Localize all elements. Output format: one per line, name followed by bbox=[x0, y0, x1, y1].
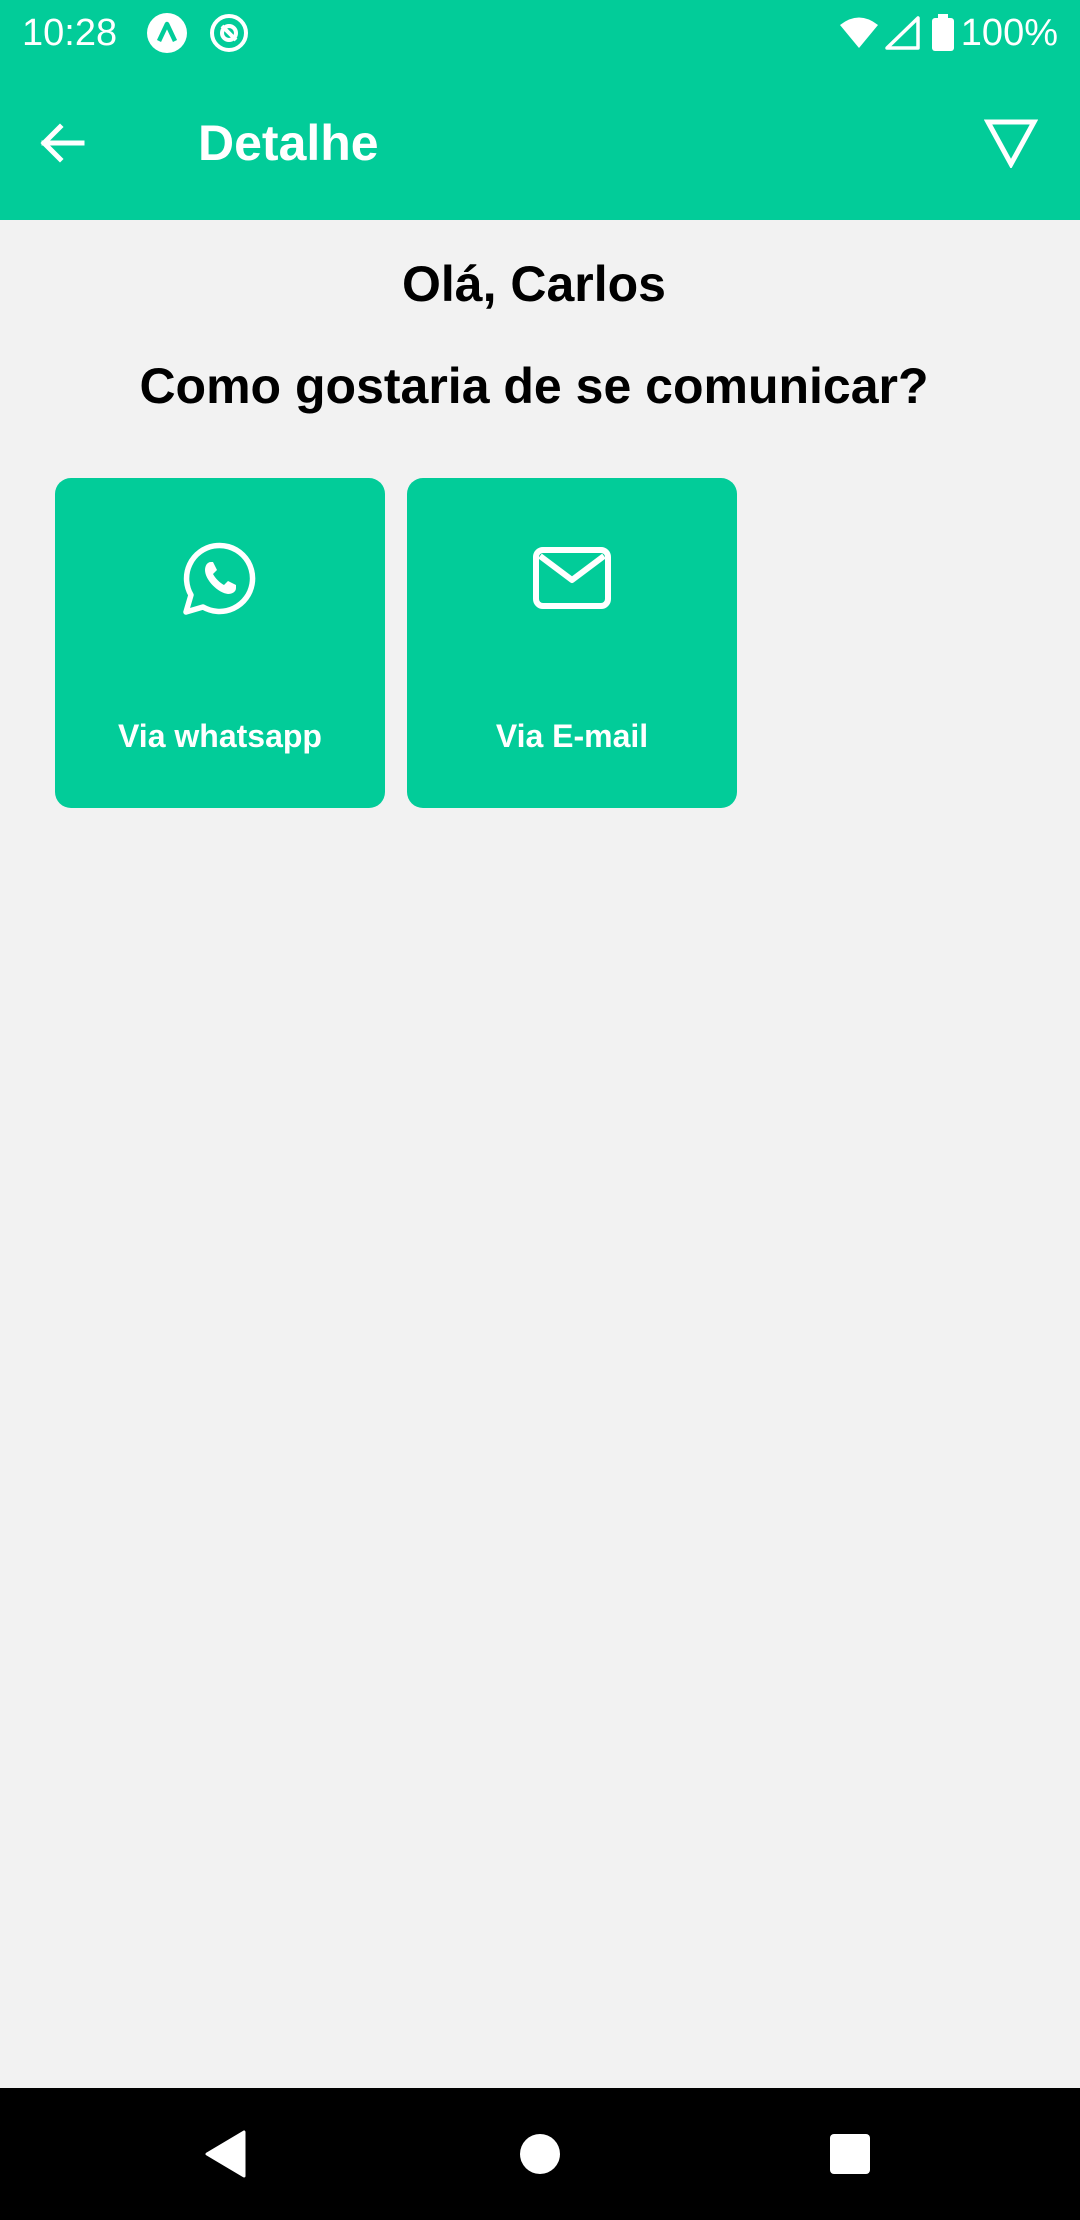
app-bar: Detalhe bbox=[0, 66, 1080, 220]
greeting: Olá, Carlos bbox=[402, 256, 666, 312]
page-title: Detalhe bbox=[198, 115, 379, 171]
back-button[interactable] bbox=[30, 111, 94, 175]
filter-icon bbox=[984, 119, 1038, 168]
app-notification-icon bbox=[147, 13, 187, 53]
email-option-button[interactable]: Via E-mail bbox=[407, 478, 737, 808]
battery-percent: 100% bbox=[960, 12, 1058, 54]
system-nav-bar bbox=[0, 2088, 1080, 2220]
nav-home-button[interactable] bbox=[504, 2118, 576, 2190]
whatsapp-option-button[interactable]: Via whatsapp bbox=[55, 478, 385, 808]
arrow-left-icon bbox=[40, 123, 85, 163]
status-bar: 10:28 100% bbox=[0, 0, 1080, 66]
at-sign-notification-icon bbox=[210, 14, 248, 52]
mail-icon bbox=[533, 547, 611, 609]
battery-icon bbox=[931, 14, 954, 51]
nav-back-button[interactable] bbox=[190, 2118, 262, 2190]
question-heading: Como gostaria de se comunicar? bbox=[139, 358, 929, 414]
filter-button[interactable] bbox=[978, 110, 1044, 176]
nav-recents-button[interactable] bbox=[814, 2118, 886, 2190]
nav-home-icon bbox=[520, 2134, 560, 2174]
nav-back-icon bbox=[205, 2130, 246, 2178]
wifi-icon bbox=[839, 17, 878, 48]
nav-recents-icon bbox=[830, 2134, 870, 2174]
whatsapp-option-label: Via whatsapp bbox=[118, 718, 322, 754]
status-right-group: 100% bbox=[839, 10, 1058, 56]
cell-signal-icon bbox=[885, 16, 920, 50]
email-option-label: Via E-mail bbox=[495, 718, 649, 754]
status-time: 10:28 bbox=[22, 12, 118, 54]
whatsapp-icon bbox=[183, 542, 256, 615]
